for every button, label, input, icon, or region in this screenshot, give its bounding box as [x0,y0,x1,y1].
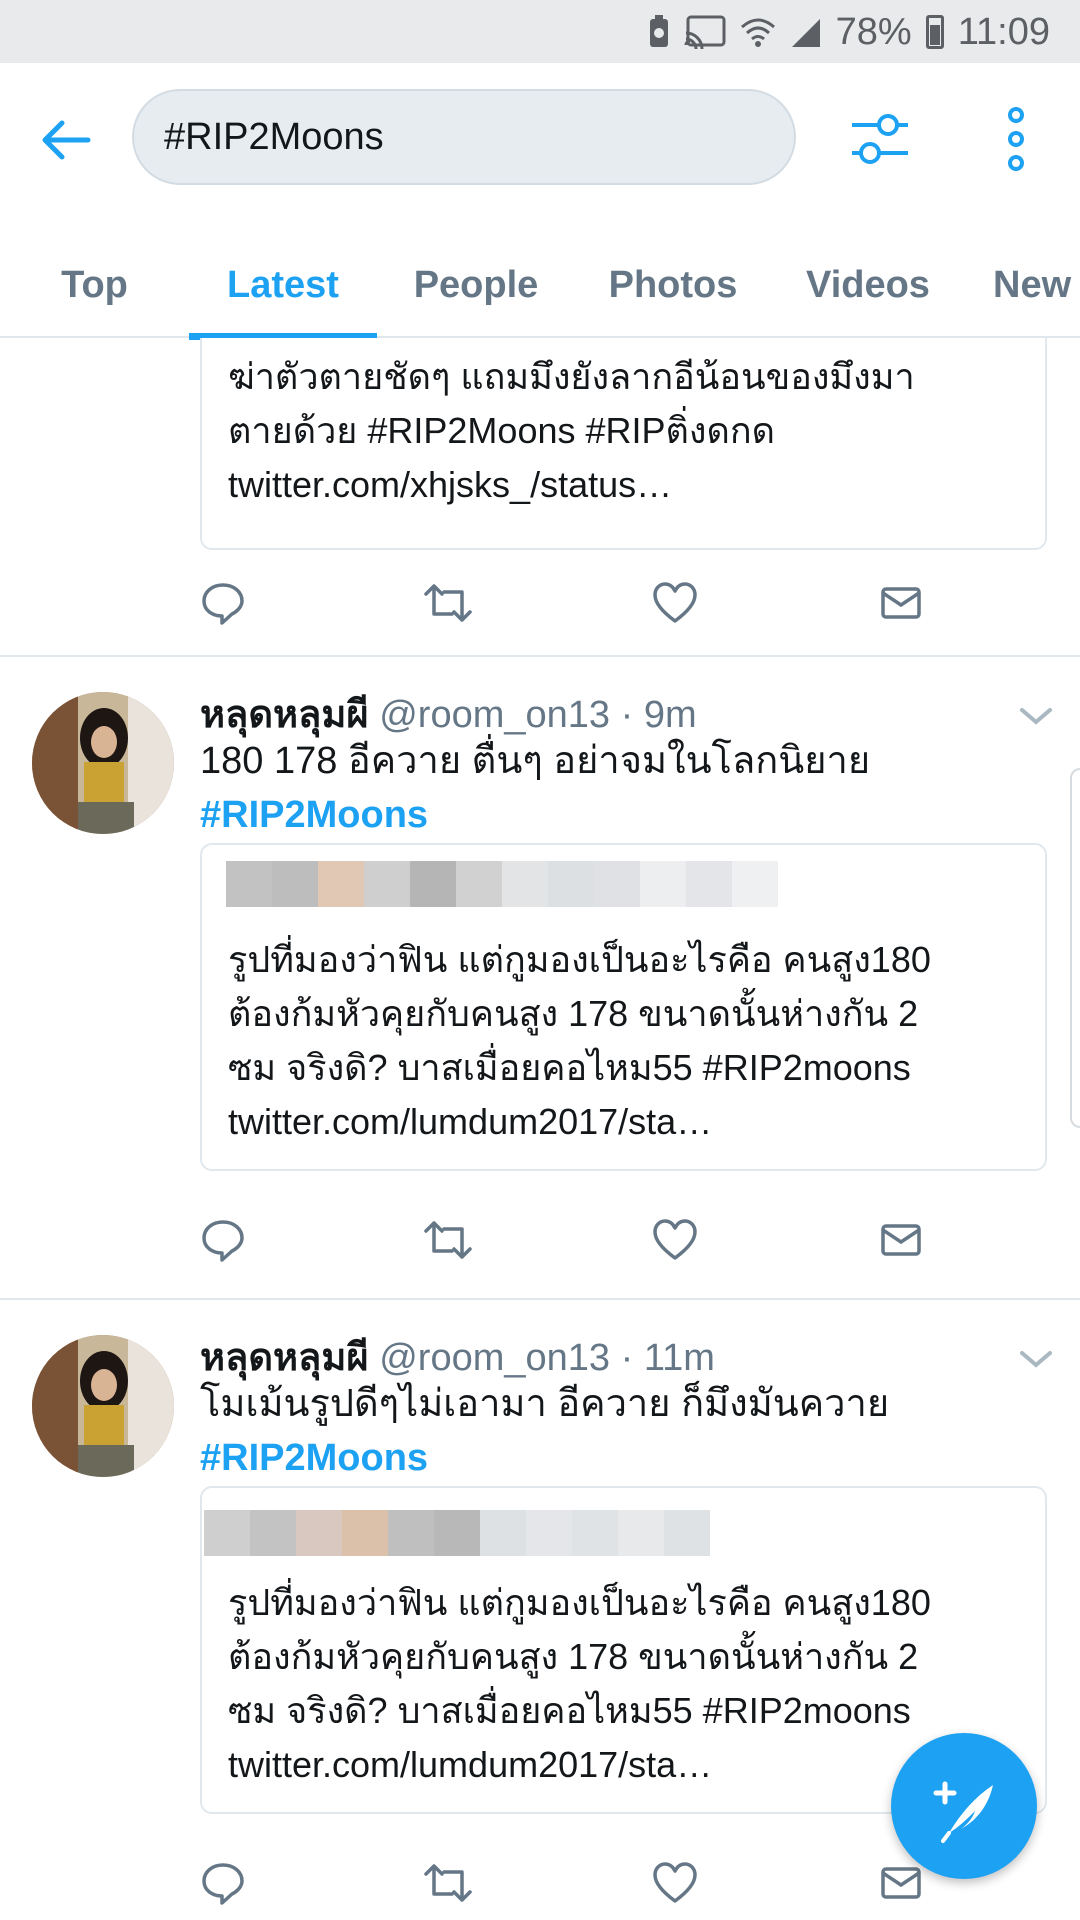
tweet-divider [0,655,1080,657]
search-header: #RIP2Moons Top Latest People Photos Vide… [0,63,1080,340]
tweet-item[interactable]: หลุดหลุมผี @room_on13 · 9m 180 178 อีควา… [0,690,1080,1333]
direct-message-envelope-icon[interactable] [880,1217,922,1263]
quoted-line: รูปที่มองว่าฟิน แต่กูมองเป็นอะไรคือ คนสู… [228,1582,931,1623]
meta-separator: · [620,1337,634,1379]
tweet-actions [200,1860,960,1920]
quoted-tweet-card[interactable]: รูปที่มองว่าฟิน แต่กูมองเป็นอะไรคือ คนสู… [200,843,1047,1171]
blurred-author-strip [226,861,778,907]
user-handle[interactable]: @room_on13 [379,1337,610,1379]
quoted-line: ซม จริงดิ? บาสเมื่อยคอไหม55 #RIP2moons [228,1047,911,1088]
quoted-line: twitter.com/xhjsks_/status… [228,464,673,505]
tab-people[interactable]: People [377,233,575,338]
chevron-down-icon[interactable] [1018,704,1054,728]
battery-percent: 78% [835,10,912,53]
clock: 11:09 [957,10,1050,53]
scroll-indicator[interactable] [1070,768,1080,1128]
tweet-text: โมเม้นรูปดีๆไม่เอามา อีควาย ก็มึงมันควาย… [200,1377,1060,1485]
recycle-notification-icon [649,15,668,47]
status-icons: 78% 11:09 [648,10,1050,54]
more-options-icon[interactable] [1000,107,1032,171]
like-heart-icon[interactable] [652,1217,698,1263]
back-arrow-icon[interactable] [38,113,92,167]
battery-icon [925,15,944,49]
quoted-line: ซม จริงดิ? บาสเมื่อยคอไหม55 #RIP2moons [228,1690,911,1731]
filter-sliders-icon[interactable] [850,111,910,167]
tweet-text: 180 178 อีควาย ตื่นๆ อย่าจมในโลกนิยาย #R… [200,734,1060,842]
tweet-feed[interactable]: ฆ่าตัวตายชัดๆ แถมมึงยังลากอีน้อนของมึงมา… [0,338,1080,1920]
tweet-header: หลุดหลุมผี @room_on13 · 9m [200,690,697,740]
tab-videos[interactable]: Videos [771,233,965,338]
quoted-line: ตายด้วย #RIP2Moons #RIPติ่งดกด [228,410,776,451]
quoted-line: twitter.com/lumdum2017/sta… [228,1101,713,1142]
display-name[interactable]: หลุดหลุมผี [200,694,369,736]
blurred-author-strip [204,1510,710,1556]
tweet-actions [200,580,960,640]
tweet-header: หลุดหลุมผี @room_on13 · 11m [200,1333,715,1383]
hashtag-link[interactable]: #RIP2Moons [200,1431,1060,1485]
chevron-down-icon[interactable] [1018,1347,1054,1371]
wifi-icon [740,18,775,47]
avatar-photo [32,1335,174,1477]
search-query: #RIP2Moons [164,115,384,158]
avatar[interactable] [32,1335,174,1477]
user-handle[interactable]: @room_on13 [379,694,610,736]
quoted-line: รูปที่มองว่าฟิน แต่กูมองเป็นอะไรคือ คนสู… [228,939,931,980]
reply-icon[interactable] [200,1217,246,1263]
hashtag-link[interactable]: #RIP2Moons [200,788,1060,842]
tweet-text-line: 180 178 อีควาย ตื่นๆ อย่าจมในโลกนิยาย [200,740,871,782]
tweet-timestamp: 11m [643,1337,715,1379]
reply-icon[interactable] [200,1860,246,1906]
cast-icon [684,15,726,49]
tweet-divider [0,1298,1080,1300]
tab-top[interactable]: Top [0,233,189,338]
tab-news[interactable]: New [965,233,1080,338]
signal-icon [791,19,820,47]
quoted-line: ต้องก้มหัวคุยกับคนสูง 178 ขนาดนั้นห่างกั… [228,1636,919,1677]
search-input[interactable]: #RIP2Moons [132,89,796,185]
tweet-actions [200,1217,960,1277]
tab-photos[interactable]: Photos [575,233,771,338]
tweet-text-line: โมเม้นรูปดีๆไม่เอามา อีควาย ก็มึงมันควาย [200,1383,890,1425]
quoted-tweet-card[interactable]: ฆ่าตัวตายชัดๆ แถมมึงยังลากอีน้อนของมึงมา… [200,338,1047,550]
quoted-tweet-text: ฆ่าตัวตายชัดๆ แถมมึงยังลากอีน้อนของมึงมา… [228,350,1025,512]
tweet-timestamp: 9m [643,694,697,736]
reply-icon[interactable] [200,580,246,626]
compose-feather-icon [933,1781,993,1843]
quoted-line: ฆ่าตัวตายชัดๆ แถมมึงยังลากอีน้อนของมึงมา [228,356,915,397]
like-heart-icon[interactable] [652,580,698,626]
like-heart-icon[interactable] [652,1860,698,1906]
quoted-line: ต้องก้มหัวคุยกับคนสูง 178 ขนาดนั้นห่างกั… [228,993,919,1034]
direct-message-envelope-icon[interactable] [880,580,922,626]
retweet-icon[interactable] [422,580,474,626]
retweet-icon[interactable] [422,1217,474,1263]
retweet-icon[interactable] [422,1860,474,1906]
status-bar: 78% 11:09 [0,0,1080,63]
compose-tweet-button[interactable] [891,1733,1037,1879]
search-tabs: Top Latest People Photos Videos New [0,233,1080,340]
avatar-photo [32,692,174,834]
avatar[interactable] [32,692,174,834]
quoted-tweet-text: รูปที่มองว่าฟิน แต่กูมองเป็นอะไรคือ คนสู… [228,933,1025,1149]
tab-latest[interactable]: Latest [189,233,377,340]
meta-separator: · [620,694,634,736]
display-name[interactable]: หลุดหลุมผี [200,1337,369,1379]
